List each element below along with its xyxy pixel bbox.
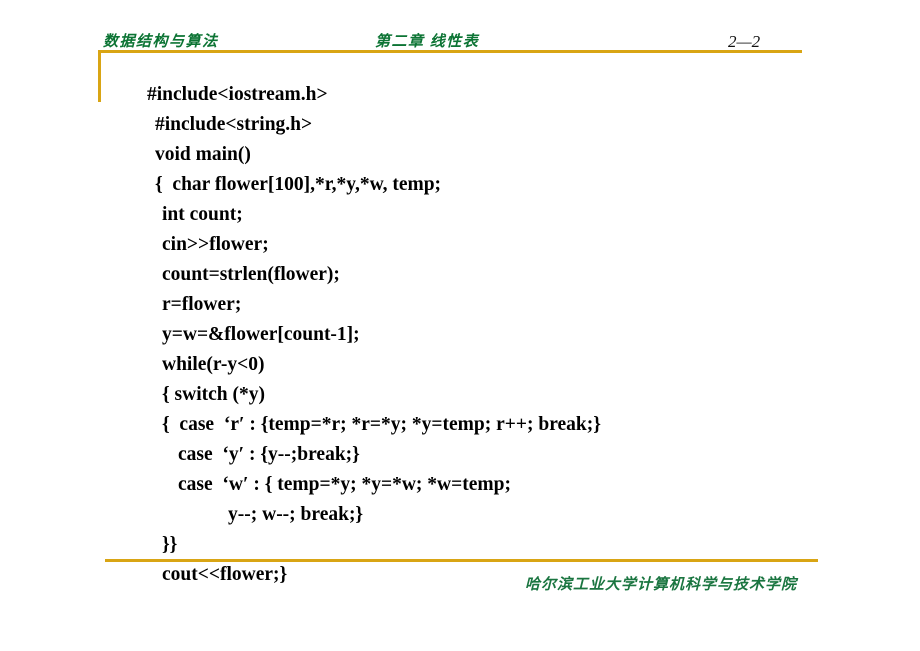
header-course-title: 数据结构与算法 [103, 34, 219, 50]
code-line: int count; [162, 204, 243, 225]
slide-header: 数据结构与算法 第二章 线性表 2—2 [0, 0, 920, 102]
code-line: #include<iostream.h> [147, 84, 328, 105]
slide-canvas: 数据结构与算法 第二章 线性表 2—2 #include<iostream.h>… [0, 0, 920, 651]
code-line: #include<string.h> [155, 114, 313, 135]
code-line: case ‘w′ : { temp=*y; *y=*w; *w=temp; [178, 474, 511, 495]
code-line: { switch (*y) [162, 384, 266, 405]
code-line: count=strlen(flower); [162, 264, 340, 285]
footer-divider-line [105, 559, 818, 562]
code-line: y--; w--; break;} [228, 504, 364, 525]
code-line: r=flower; [162, 294, 242, 315]
header-chapter-title: 第二章 线性表 [375, 34, 480, 50]
code-line: while(r-y<0) [162, 354, 265, 375]
code-line: cin>>flower; [162, 234, 269, 255]
header-divider-line [98, 50, 802, 53]
code-line: case ‘y′ : {y--;break;} [178, 444, 360, 465]
code-line: y=w=&flower[count-1]; [162, 324, 360, 345]
code-line: }} [162, 534, 178, 555]
header-page-number: 2—2 [728, 32, 761, 51]
code-line: { case ‘r′ : {temp=*r; *r=*y; *y=temp; r… [162, 414, 601, 435]
code-line: { char flower[100],*r,*y,*w, temp; [155, 174, 442, 195]
code-listing: #include<iostream.h> #include<string.h> vo… [0, 80, 920, 590]
footer-institution: 哈尔滨工业大学计算机科学与技术学院 [525, 577, 798, 593]
code-line: void main() [155, 144, 251, 165]
